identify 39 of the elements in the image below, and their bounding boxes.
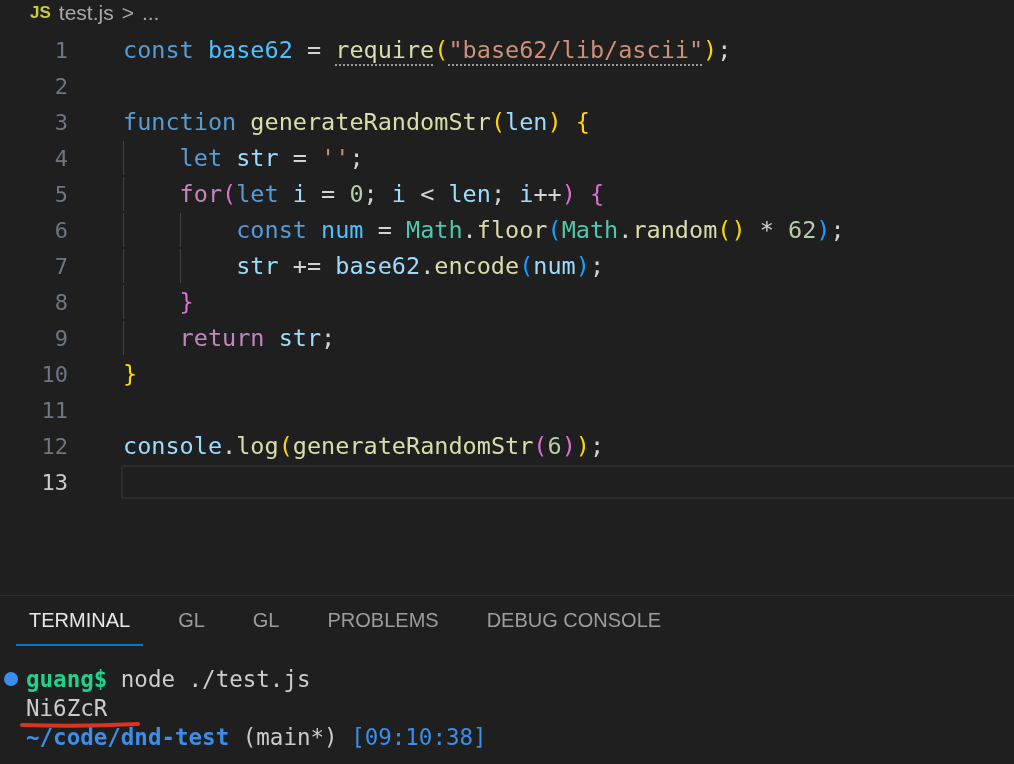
terminal-command: node ./test.js [119, 665, 311, 692]
panel-tab[interactable]: TERMINAL [16, 596, 144, 646]
line-number: 12 [40, 433, 68, 459]
terminal-time: [09:10:38] [351, 723, 487, 750]
breadcrumb-separator: > [121, 1, 134, 25]
status-dot-icon [4, 671, 18, 686]
prompt-user: guang$ [26, 665, 108, 692]
code-line: const num = Math.floor(Math.random() * 62); [121, 213, 1014, 247]
panel-tab[interactable]: GL [165, 596, 218, 646]
breadcrumb-more[interactable]: ... [141, 1, 160, 25]
line-number: 8 [53, 289, 68, 315]
code-line: return str; [121, 321, 1014, 355]
breadcrumb-file[interactable]: test.js [58, 1, 114, 25]
line-number: 3 [53, 109, 68, 135]
code-line: } [121, 285, 1014, 319]
git-branch: (main*) [241, 723, 339, 750]
terminal-path: ~/code/dnd-test [26, 723, 230, 750]
line-number: 9 [53, 325, 68, 351]
code-line: str += base62.encode(num); [121, 249, 1014, 283]
code-line: } [122, 359, 139, 390]
js-file-icon: JS [30, 3, 51, 23]
line-number: 4 [53, 145, 68, 171]
line-number: 7 [53, 253, 68, 279]
line-number: 5 [53, 181, 68, 207]
panel-tab[interactable]: DEBUG CONSOLE [473, 596, 675, 646]
code-line: let str = ''; [121, 141, 1014, 175]
code-line: for(let i = 0; i < len; i++) { [121, 177, 1014, 211]
line-number: 13 [40, 469, 68, 495]
code-line: const base62 = require("base62/lib/ascii"); [122, 35, 733, 66]
line-number: 10 [40, 361, 68, 387]
line-number: 2 [53, 73, 68, 99]
code-line: function generateRandomStr(len) { [122, 107, 591, 138]
panel-tab[interactable]: PROBLEMS [314, 596, 452, 646]
code-line: console.log(generateRandomStr(6)); [122, 431, 606, 462]
line-number: 11 [40, 397, 68, 423]
terminal-output: Ni6ZcR [26, 694, 108, 721]
line-number: 1 [53, 37, 68, 63]
panel-tab[interactable]: GL [239, 596, 293, 646]
line-number: 6 [53, 217, 68, 243]
